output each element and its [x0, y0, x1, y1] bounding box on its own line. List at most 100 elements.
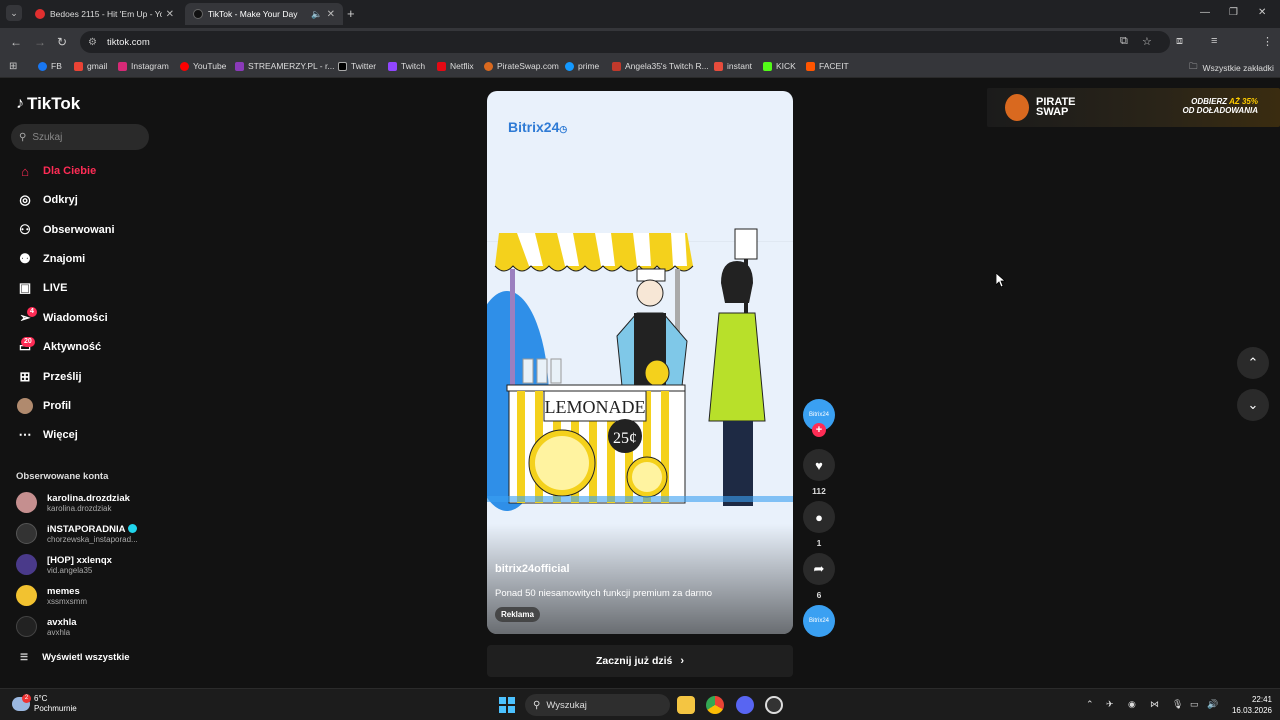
- account-name: avxhla: [47, 616, 77, 628]
- show-all-label: Wyświetl wszystkie: [42, 652, 130, 663]
- facebook-icon: [38, 61, 47, 71]
- next-video-button[interactable]: ⌄: [1237, 389, 1269, 421]
- nav-following[interactable]: ⚇ Obserwowani: [16, 221, 114, 239]
- bookmark-streamerzy[interactable]: STREAMERZY.PL - r...: [235, 61, 334, 71]
- avatar: [16, 585, 37, 606]
- extensions-icon[interactable]: ⧈: [1176, 35, 1183, 48]
- discord-icon[interactable]: [736, 696, 754, 714]
- tray-app-icon[interactable]: ✈: [1106, 699, 1114, 710]
- tab-tiktok[interactable]: TikTok - Make Your Day 🔈 ✕: [185, 3, 343, 25]
- show-all-button[interactable]: ☰ Wyświetl wszystkie: [20, 652, 130, 663]
- home-icon: ⌂: [21, 163, 29, 179]
- file-explorer-icon[interactable]: [677, 696, 695, 714]
- chrome-icon[interactable]: [706, 696, 724, 714]
- kick-icon: [763, 61, 772, 71]
- microphone-icon[interactable]: 🎙: [1172, 699, 1183, 710]
- tray-misc-icon[interactable]: ⋈: [1150, 699, 1159, 710]
- account-item[interactable]: iNSTAPORADNIA chorzewska_instaporad...: [16, 523, 138, 544]
- start-button[interactable]: [499, 697, 515, 713]
- close-tab-icon[interactable]: ✕: [327, 9, 335, 20]
- account-item[interactable]: [HOP] xxlenqx vid.angela35: [16, 554, 112, 575]
- music-disc[interactable]: Bitrix24: [803, 605, 835, 637]
- logo-text: TikTok: [27, 94, 81, 113]
- bookmark-prime[interactable]: prime: [565, 61, 599, 71]
- profile-icon: [16, 397, 34, 415]
- bookmark-twitch[interactable]: Twitch: [388, 61, 425, 71]
- all-bookmarks[interactable]: 🗀 Wszystkie zakładki: [1189, 61, 1274, 75]
- url-field[interactable]: ⚙ tiktok.com: [80, 31, 1170, 53]
- restore-icon[interactable]: ❐: [1229, 7, 1238, 18]
- share-icon: ➦: [803, 553, 835, 585]
- followed-accounts-title: Obserwowane konta: [16, 471, 109, 482]
- minimize-icon[interactable]: —: [1200, 7, 1210, 18]
- nav-for-you[interactable]: ⌂ Dla Ciebie: [16, 162, 96, 180]
- close-tab-icon[interactable]: ✕: [166, 9, 174, 20]
- video-author[interactable]: bitrix24official: [495, 563, 570, 575]
- bookmark-label: Angela35's Twitch R...: [625, 61, 709, 71]
- account-name: karolina.drozdziak: [47, 492, 130, 504]
- cta-button[interactable]: Zacznij już dziś ›: [487, 645, 793, 677]
- steam-icon[interactable]: [765, 696, 783, 714]
- promo-text: ODBIERZ AŻ 35% OD DOŁADOWANIA: [1182, 97, 1258, 115]
- taskbar: 2 6°C Pochmurnie ⚲ Wyszukaj ⌃ ✈ ◉ ⋈ 🎙 ▭ …: [0, 688, 1280, 720]
- share-button[interactable]: ➦ 6: [803, 553, 835, 600]
- tray-discord-icon[interactable]: ◉: [1128, 699, 1136, 710]
- media-control-icon[interactable]: ≡: [1211, 35, 1217, 47]
- tiktok-logo[interactable]: ♪ TikTok: [16, 94, 80, 114]
- apps-grid-icon[interactable]: ⊞: [9, 61, 17, 72]
- bookmark-youtube[interactable]: YouTube: [180, 61, 226, 71]
- bookmark-instant[interactable]: instant: [714, 61, 752, 71]
- menu-icon[interactable]: ⋮: [1262, 35, 1273, 48]
- bookmark-netflix[interactable]: Netflix: [437, 61, 474, 71]
- bookmark-gmail[interactable]: gmail: [74, 61, 107, 71]
- search-input[interactable]: ⚲ Szukaj: [11, 124, 149, 150]
- forward-icon[interactable]: →: [34, 35, 46, 49]
- bookmark-star-icon[interactable]: ☆: [1142, 35, 1152, 48]
- volume-icon[interactable]: 🔊: [1207, 699, 1218, 710]
- nav-friends[interactable]: ⚉ Znajomi: [16, 250, 85, 268]
- creator-avatar[interactable]: Bitrix24 +: [803, 399, 835, 437]
- account-item[interactable]: avxhla avxhla: [16, 616, 77, 637]
- comment-icon: ●: [803, 501, 835, 533]
- nav-explore[interactable]: ◎ Odkryj: [16, 191, 78, 209]
- bookmark-kick[interactable]: KICK: [763, 61, 796, 71]
- x-icon: [338, 61, 347, 71]
- account-item[interactable]: karolina.drozdziak karolina.drozdziak: [16, 492, 130, 513]
- promo-b: AŻ 35%: [1229, 97, 1258, 106]
- follow-plus-icon[interactable]: +: [812, 423, 826, 437]
- comment-button[interactable]: ● 1: [803, 501, 835, 548]
- reload-icon[interactable]: ↻: [57, 35, 67, 49]
- site-info-icon[interactable]: ⚙: [88, 37, 97, 48]
- bookmark-fb[interactable]: FB: [38, 61, 62, 71]
- price-text: 25¢: [613, 430, 637, 447]
- tray-expand-icon[interactable]: ⌃: [1086, 699, 1094, 710]
- bookmark-pirateswap[interactable]: PirateSwap.com: [484, 61, 559, 71]
- nav-label: LIVE: [43, 282, 68, 294]
- speaker-icon[interactable]: 🔈: [311, 9, 322, 20]
- nav-live[interactable]: ▣ LIVE: [16, 279, 68, 297]
- bookmark-label: instant: [727, 61, 753, 71]
- account-item[interactable]: memes xssmxsmm: [16, 585, 87, 606]
- nav-profile[interactable]: Profil: [16, 397, 71, 415]
- tab-search-button[interactable]: ⌄: [6, 5, 22, 21]
- weather-widget[interactable]: 2 6°C Pochmurnie: [12, 694, 77, 714]
- bookmark-faceit[interactable]: FACEIT: [806, 61, 849, 71]
- clock[interactable]: 22:41 16.03.2026: [1226, 694, 1272, 716]
- bookmark-angela[interactable]: Angela35's Twitch R...: [612, 61, 709, 71]
- network-icon[interactable]: ▭: [1190, 699, 1199, 710]
- new-tab-button[interactable]: +: [347, 6, 355, 21]
- back-icon[interactable]: ←: [10, 35, 22, 49]
- music-disc-avatar: Bitrix24: [803, 605, 835, 637]
- bookmark-twitter[interactable]: Twitter: [338, 61, 376, 71]
- bookmark-instagram[interactable]: Instagram: [118, 61, 169, 71]
- nav-more[interactable]: ⋯ Więcej: [16, 426, 78, 444]
- tab-bedoes[interactable]: Bedoes 2115 - Hit 'Em Up - You ✕: [27, 3, 182, 25]
- video-player[interactable]: Bitrix24◷ LEMONADE 25¢ bitrix24official …: [487, 91, 793, 634]
- nav-upload[interactable]: ⊞ Prześlij: [16, 368, 82, 386]
- close-window-icon[interactable]: ✕: [1258, 7, 1266, 18]
- install-app-icon[interactable]: ⧉: [1120, 35, 1128, 48]
- taskbar-search[interactable]: ⚲ Wyszukaj: [525, 694, 670, 716]
- previous-video-button[interactable]: ⌃: [1237, 347, 1269, 379]
- pirateswap-ad-banner[interactable]: PIRATE SWAP ODBIERZ AŻ 35% OD DOŁADOWANI…: [987, 88, 1280, 127]
- like-button[interactable]: ♥ 112: [803, 449, 835, 496]
